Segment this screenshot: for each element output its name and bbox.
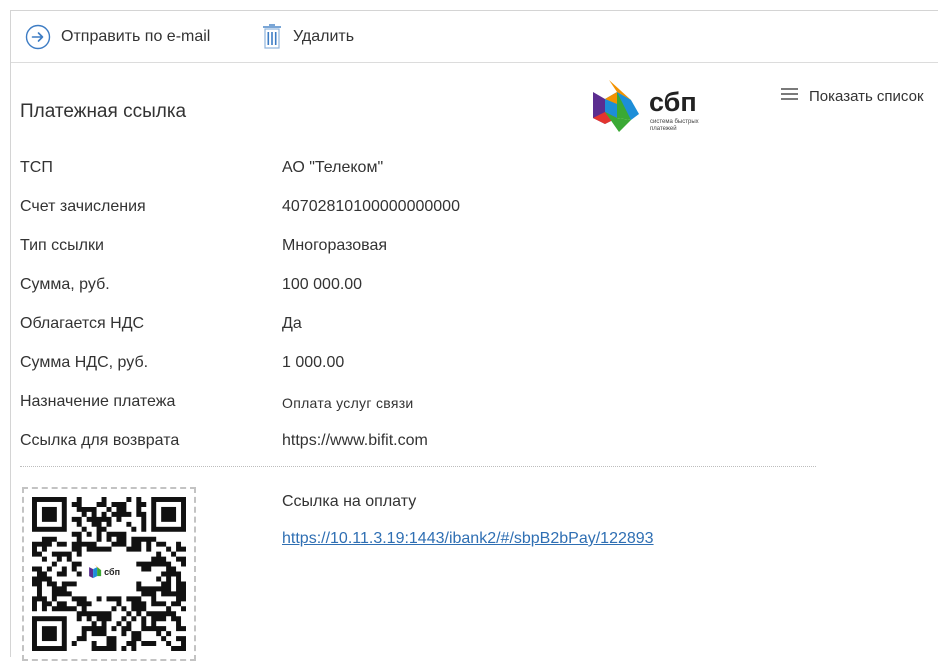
- sbp-logo-subtext-1: система быстрых: [650, 119, 699, 125]
- detail-row-link-type: Тип ссылки Многоразовая: [20, 237, 820, 259]
- trash-icon: [261, 23, 283, 50]
- show-list-button[interactable]: Показать список: [781, 87, 924, 105]
- detail-label: Тип ссылки: [20, 237, 104, 254]
- detail-label: Сумма, руб.: [20, 276, 110, 293]
- detail-row-tsp: ТСП АО "Телеком": [20, 159, 820, 181]
- detail-value: https://www.bifit.com: [282, 432, 428, 449]
- sbp-logo-subtext-2: платежей: [650, 125, 677, 132]
- detail-label: Облагается НДС: [20, 315, 145, 332]
- list-icon: [781, 87, 798, 105]
- qr-code-frame: сбп: [22, 487, 196, 661]
- payment-link-title: Ссылка на оплату: [282, 493, 417, 510]
- detail-label: Счет зачисления: [20, 198, 146, 215]
- toolbar: Отправить по e-mail Удалить: [11, 11, 938, 63]
- payment-link-url[interactable]: https://10.11.3.19:1443/ibank2/#/sbpB2bP…: [282, 530, 654, 548]
- send-email-button[interactable]: Отправить по e-mail: [25, 11, 210, 62]
- qr-finder-top-left: [32, 497, 67, 532]
- detail-row-purpose: Назначение платежа Оплата услуг связи: [20, 393, 820, 415]
- sbp-logo-text: сбп: [649, 87, 697, 117]
- detail-row-amount: Сумма, руб. 100 000.00: [20, 276, 820, 298]
- detail-row-account: Счет зачисления 40702810100000000000: [20, 198, 820, 220]
- qr-code-image: сбп: [32, 497, 186, 651]
- detail-value: 1 000.00: [282, 354, 345, 371]
- detail-label: Ссылка для возврата: [20, 432, 180, 449]
- detail-value: Да: [282, 315, 302, 332]
- section-divider: [20, 466, 816, 467]
- qr-finder-top-right: [151, 497, 186, 532]
- arrow-right-circle-icon: [25, 24, 51, 50]
- content-area: Платежная ссылка сбп система быстрых пла…: [11, 63, 938, 661]
- sbp-logo: сбп система быстрых платежей: [591, 74, 731, 138]
- page-title: Платежная ссылка: [20, 101, 187, 122]
- detail-row-vat-flag: Облагается НДС Да: [20, 315, 820, 337]
- detail-label: Назначение платежа: [20, 393, 176, 410]
- detail-value: 40702810100000000000: [282, 198, 460, 215]
- delete-button[interactable]: Удалить: [261, 11, 354, 62]
- detail-value: Оплата услуг связи: [282, 395, 414, 411]
- qr-finder-bottom-left: [32, 616, 67, 651]
- detail-value: 100 000.00: [282, 276, 363, 293]
- detail-value: Многоразовая: [282, 237, 387, 254]
- qr-logo-text: сбп: [104, 567, 120, 577]
- detail-row-vat-amount: Сумма НДС, руб. 1 000.00: [20, 354, 820, 376]
- payment-link-panel: Отправить по e-mail Удалить Платежная сс…: [10, 10, 938, 661]
- detail-value: АО "Телеком": [282, 159, 384, 176]
- detail-label: ТСП: [20, 159, 53, 176]
- detail-row-return-link: Ссылка для возврата https://www.bifit.co…: [20, 432, 820, 454]
- delete-label: Удалить: [293, 27, 355, 45]
- show-list-label: Показать список: [809, 87, 924, 105]
- send-email-label: Отправить по e-mail: [61, 27, 211, 45]
- detail-label: Сумма НДС, руб.: [20, 354, 149, 371]
